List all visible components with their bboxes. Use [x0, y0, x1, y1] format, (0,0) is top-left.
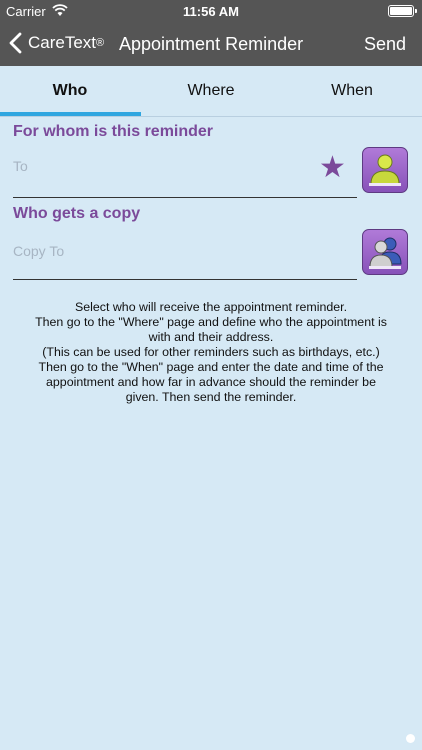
top-bar: Carrier 11:56 AM CareText ® Appointment R… — [0, 0, 422, 66]
tab-divider — [0, 116, 422, 117]
copy-to-field-underline — [13, 279, 357, 280]
instruction-line: Select who will receive the appointment … — [74, 300, 348, 314]
send-button[interactable]: Send — [364, 34, 406, 55]
back-label: CareText — [28, 33, 97, 52]
tab-when[interactable]: When — [282, 66, 422, 116]
person-icon — [369, 154, 401, 186]
instruction-line: Then go to the "Where" page and define w… — [35, 315, 387, 329]
to-field-underline — [13, 197, 357, 198]
battery-icon — [388, 5, 417, 17]
copy-heading: Who gets a copy — [13, 205, 141, 222]
recipient-heading: For whom is this reminder — [13, 123, 214, 140]
instructions-text: Select who will receive the appointment … — [10, 300, 412, 405]
people-icon — [369, 237, 402, 269]
to-field[interactable]: To — [13, 158, 28, 174]
instruction-line: Then go to the "When" page and enter the… — [38, 360, 384, 374]
instruction-line: given. Then send the reminder. — [125, 390, 297, 404]
back-button[interactable]: CareText ® — [8, 32, 104, 54]
tab-who[interactable]: Who — [0, 66, 140, 116]
scroll-indicator — [406, 734, 415, 743]
status-bar: Carrier 11:56 AM — [0, 0, 422, 22]
registered-mark: ® — [96, 37, 105, 49]
tab-where[interactable]: Where — [141, 66, 281, 116]
chevron-left-icon — [9, 32, 22, 54]
instruction-line: appointment and how far in advance shoul… — [46, 375, 376, 389]
instruction-line: with and their address. — [148, 330, 274, 344]
instruction-line: (This can be used for other reminders su… — [42, 345, 380, 359]
navigation-bar: CareText ® Appointment Reminder Send — [0, 22, 422, 66]
page-title: Appointment Reminder — [119, 34, 304, 54]
star-icon[interactable]: ★ — [319, 153, 346, 183]
select-copy-recipients-button[interactable] — [362, 229, 408, 275]
clock: 11:56 AM — [183, 4, 239, 19]
select-recipient-button[interactable] — [362, 147, 408, 193]
copy-to-field[interactable]: Copy To — [13, 243, 64, 259]
tab-bar: Who Where When — [0, 66, 422, 116]
